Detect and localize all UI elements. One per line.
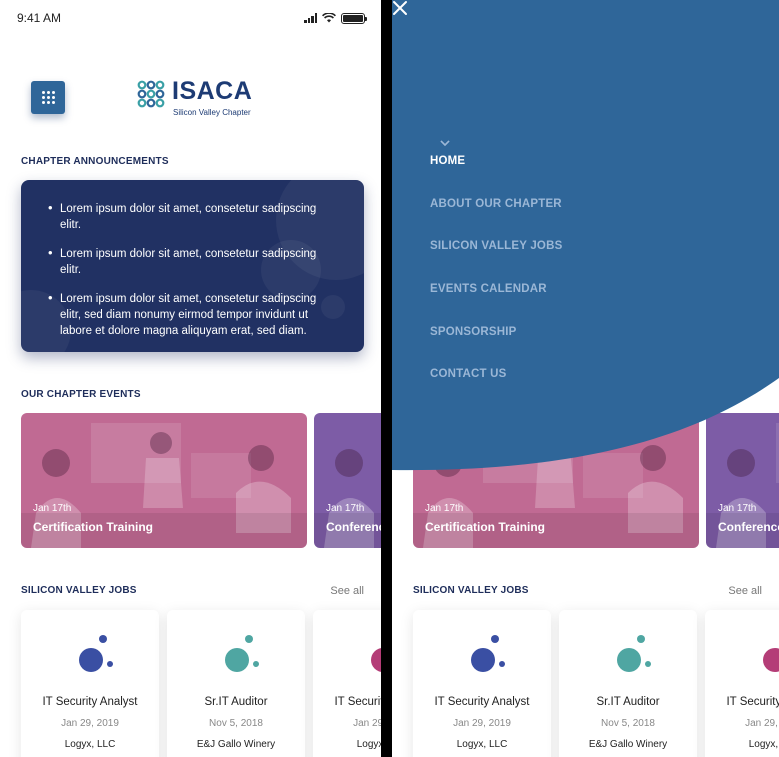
nav-item-label: HOME bbox=[430, 155, 466, 168]
job-title: IT Security Analyst bbox=[42, 696, 138, 708]
nav-item-label: EVENTS CALENDAR bbox=[430, 283, 547, 296]
isaca-logo: ISACA Silicon Valley Chapter bbox=[137, 77, 257, 120]
logo-name: ISACA bbox=[172, 77, 253, 105]
nav-menu: HOME ABOUT OUR CHAPTER SILICON VALLEY JOBS… bbox=[430, 140, 562, 396]
event-title: Certification Training bbox=[33, 520, 154, 534]
job-card[interactable]: IT Security Analyst Jan 29, 2019 Logyx, LL… bbox=[413, 610, 551, 757]
nav-item-events-calendar[interactable]: EVENTS CALENDAR bbox=[430, 268, 562, 311]
event-date: Jan 17th bbox=[425, 503, 464, 514]
status-time: 9:41 AM bbox=[17, 11, 62, 25]
job-company: Logyx, LLC bbox=[456, 739, 508, 750]
isaca-logo-mark bbox=[137, 80, 165, 108]
nav-item-label: CONTACT US bbox=[430, 368, 507, 381]
event-card[interactable]: Jan 17th Certification Training bbox=[21, 413, 307, 548]
job-company: Logyx, LLC bbox=[64, 739, 116, 750]
home-screen-menu-open: 9:41 AM ISACA Silicon Valley Chapter CHA… bbox=[392, 0, 779, 757]
job-title: IT Security Analyst bbox=[726, 696, 779, 708]
announcements-card: Lorem ipsum dolor sit amet, consetetur s… bbox=[21, 180, 364, 352]
status-bar: 9:41 AM bbox=[392, 0, 779, 36]
logo-name: ISACA bbox=[564, 77, 645, 105]
events-carousel[interactable]: Jan 17th Certification Training Jan 17th Co… bbox=[21, 413, 381, 548]
event-card[interactable]: Jan 17th Conference bbox=[314, 413, 381, 548]
job-date: Nov 5, 2018 bbox=[209, 718, 263, 729]
job-card[interactable]: Sr.IT Auditor Nov 5, 2018 E&J Gallo Winery bbox=[167, 610, 305, 757]
signal-icon bbox=[304, 13, 317, 23]
nav-item-contact-us[interactable]: CONTACT US bbox=[430, 353, 562, 396]
see-all-jobs-link[interactable]: See all bbox=[728, 585, 762, 597]
job-date: Jan 29, 2019 bbox=[61, 718, 119, 729]
nav-item-label: SILICON VALLEY JOBS bbox=[430, 240, 563, 253]
job-title: Sr.IT Auditor bbox=[596, 696, 660, 708]
company-logo-icon bbox=[471, 635, 505, 672]
announcement-item: Lorem ipsum dolor sit amet, consetetur s… bbox=[48, 245, 338, 278]
job-company: Logyx, LLC bbox=[748, 739, 779, 750]
see-all-jobs-link[interactable]: See all bbox=[330, 585, 364, 597]
job-date: Jan 29, 2019 bbox=[353, 718, 381, 729]
announcement-item: Lorem ipsum dolor sit amet, consetetur s… bbox=[48, 200, 338, 233]
isaca-logo-mark bbox=[529, 80, 557, 108]
nav-item-home[interactable]: HOME bbox=[430, 140, 562, 183]
events-title: OUR CHAPTER EVENTS bbox=[21, 389, 141, 400]
event-card[interactable]: Jan 17th Certification Training bbox=[413, 413, 699, 548]
job-company: Logyx, LLC bbox=[356, 739, 381, 750]
grid-menu-icon[interactable] bbox=[31, 81, 65, 114]
chevron-down-icon[interactable] bbox=[440, 140, 450, 146]
event-title: Certification Training bbox=[425, 520, 546, 534]
event-date: Jan 17th bbox=[326, 503, 365, 514]
jobs-carousel[interactable]: IT Security Analyst Jan 29, 2019 Logyx, LL… bbox=[21, 610, 381, 757]
wifi-icon bbox=[720, 13, 734, 23]
grid-menu-icon[interactable] bbox=[423, 81, 457, 114]
jobs-title: SILICON VALLEY JOBS bbox=[21, 585, 137, 596]
isaca-logo: ISACA Silicon Valley Chapter bbox=[529, 77, 649, 120]
jobs-title: SILICON VALLEY JOBS bbox=[413, 585, 529, 596]
job-title: IT Security Analyst bbox=[334, 696, 381, 708]
job-date: Jan 29, 2019 bbox=[745, 718, 779, 729]
signal-icon bbox=[702, 13, 715, 23]
job-card[interactable]: IT Security Analyst Jan 29, 2019 Logyx, LL… bbox=[705, 610, 779, 757]
job-title: Sr.IT Auditor bbox=[204, 696, 268, 708]
close-icon[interactable] bbox=[392, 0, 408, 16]
nav-item-silicon-valley-jobs[interactable]: SILICON VALLEY JOBS bbox=[430, 225, 562, 268]
company-logo-icon bbox=[79, 635, 113, 672]
announcements-list: Lorem ipsum dolor sit amet, consetetur s… bbox=[48, 200, 338, 352]
nav-item-label: ABOUT OUR CHAPTER bbox=[430, 197, 562, 210]
logo-subtitle: Silicon Valley Chapter bbox=[173, 108, 251, 117]
event-title: Conference bbox=[718, 520, 779, 534]
job-title: IT Security Analyst bbox=[434, 696, 530, 708]
battery-icon bbox=[739, 12, 765, 24]
status-bar: 9:41 AM bbox=[0, 0, 381, 36]
announcement-item: Lorem ipsum dolor sit amet, consetetur s… bbox=[48, 290, 338, 339]
event-date: Jan 17th bbox=[33, 503, 72, 514]
job-card[interactable]: Sr.IT Auditor Nov 5, 2018 E&J Gallo Winery bbox=[559, 610, 697, 757]
nav-item-sponsorship[interactable]: SPONSORSHIP bbox=[430, 140, 562, 353]
company-logo-icon bbox=[371, 648, 381, 672]
job-company: E&J Gallo Winery bbox=[196, 739, 276, 750]
job-company: E&J Gallo Winery bbox=[588, 739, 668, 750]
nav-item-label: SPONSORSHIP bbox=[430, 325, 517, 338]
logo-subtitle: Silicon Valley Chapter bbox=[565, 108, 643, 117]
company-logo-icon bbox=[763, 648, 779, 672]
job-date: Jan 29, 2019 bbox=[453, 718, 511, 729]
event-title: Conference bbox=[326, 520, 381, 534]
job-card[interactable]: IT Security Analyst Jan 29, 2019 Logyx, LL… bbox=[313, 610, 381, 757]
battery-icon bbox=[341, 12, 367, 24]
jobs-carousel[interactable]: IT Security Analyst Jan 29, 2019 Logyx, LL… bbox=[413, 610, 779, 757]
home-screen: 9:41 AM ISACA Silicon Valley Chapter CHA… bbox=[0, 0, 381, 757]
job-card[interactable]: IT Security Analyst Jan 29, 2019 Logyx, LL… bbox=[21, 610, 159, 757]
company-logo-icon bbox=[617, 635, 651, 672]
announcements-title: CHAPTER ANNOUNCEMENTS bbox=[21, 156, 169, 167]
events-carousel[interactable]: Jan 17th Certification Training Jan 17th Co… bbox=[413, 413, 779, 548]
company-logo-icon bbox=[225, 635, 259, 672]
event-card[interactable]: Jan 17th Conference bbox=[706, 413, 779, 548]
nav-item-about-our-chapter[interactable]: ABOUT OUR CHAPTER bbox=[430, 140, 562, 226]
event-date: Jan 17th bbox=[718, 503, 757, 514]
status-time: 9:41 AM bbox=[409, 11, 454, 25]
wifi-icon bbox=[322, 13, 336, 23]
job-date: Nov 5, 2018 bbox=[601, 718, 655, 729]
